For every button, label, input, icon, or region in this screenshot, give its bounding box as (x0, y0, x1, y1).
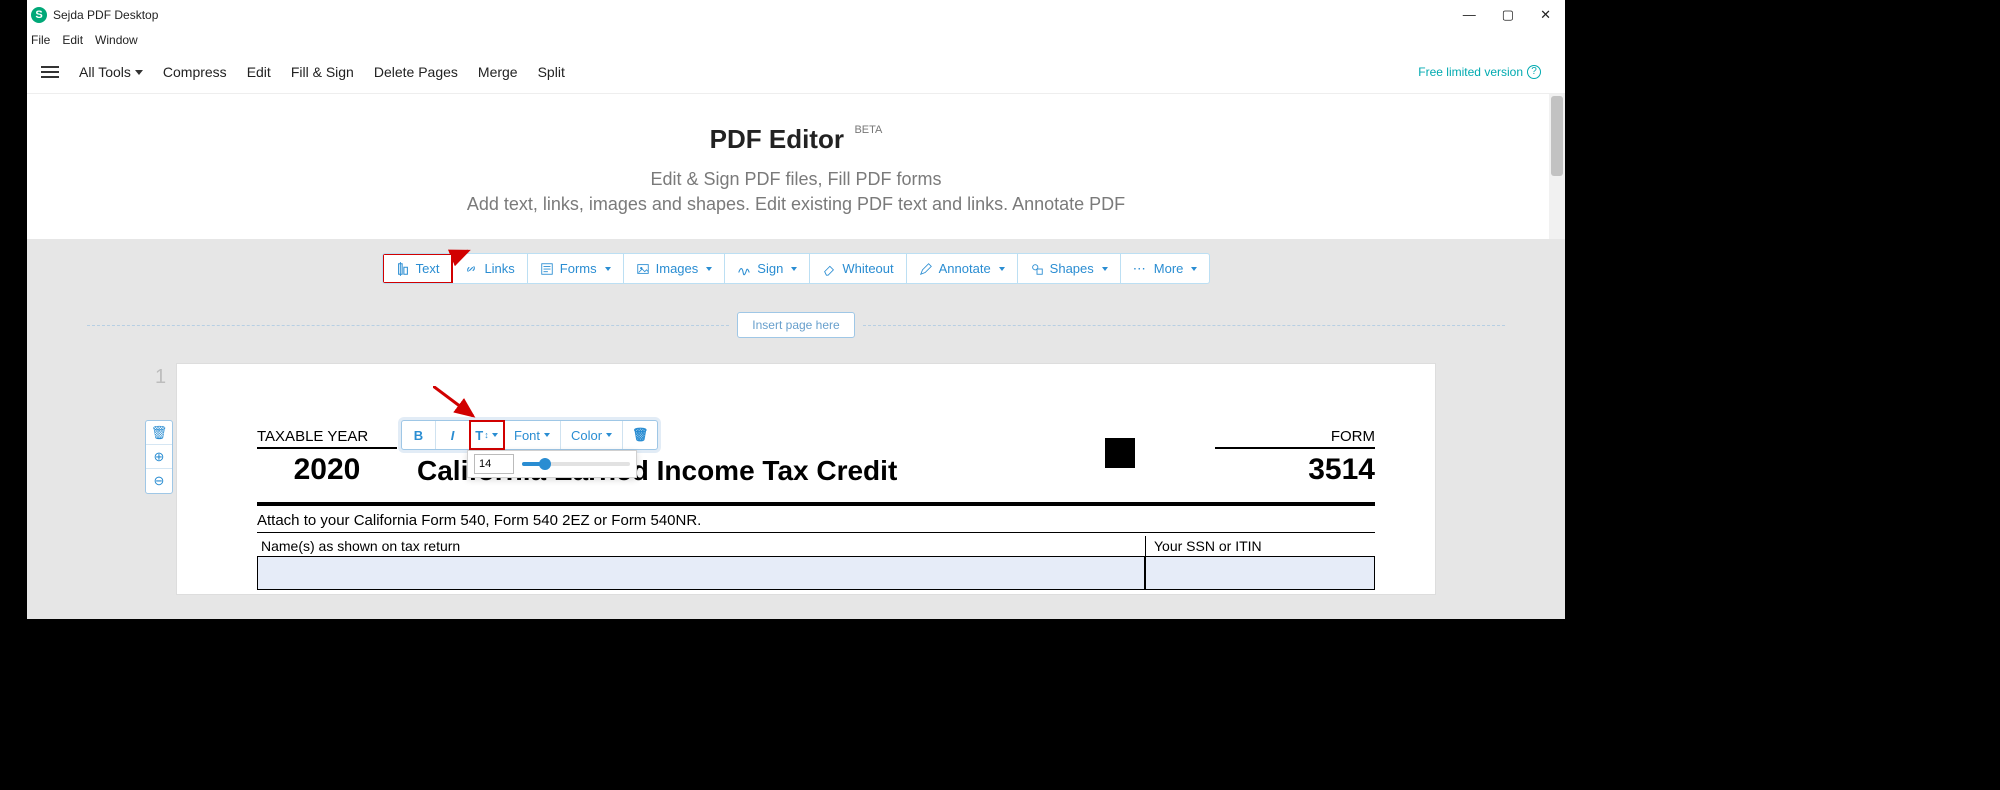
tool-whiteout[interactable]: Whiteout (810, 254, 906, 283)
delete-text-button[interactable]: 🗑 (623, 421, 657, 449)
tool-sign[interactable]: Sign (725, 254, 810, 283)
tool-forms[interactable]: Forms (528, 254, 624, 283)
form-label: FORM (1215, 428, 1375, 449)
app-logo-icon: S (31, 7, 47, 23)
taxable-year-label: TAXABLE YEAR (257, 428, 397, 449)
registration-mark-icon (1105, 438, 1135, 468)
nav-split[interactable]: Split (538, 64, 565, 80)
page-header: PDF Editor BETA Edit & Sign PDF files, F… (27, 94, 1565, 239)
nav-merge[interactable]: Merge (478, 64, 518, 80)
names-field-input[interactable] (257, 556, 1145, 590)
font-color-button[interactable]: Color (561, 421, 623, 449)
sign-icon (737, 262, 751, 276)
insert-page-button[interactable]: Insert page here (737, 312, 854, 338)
ssn-field-label: Your SSN or ITIN (1146, 536, 1375, 556)
zoom-out-button[interactable]: ⊖ (146, 469, 172, 493)
font-size-input[interactable] (474, 454, 514, 474)
app-window: S Sejda PDF Desktop — ▢ ✕ File Edit Wind… (27, 0, 1565, 619)
tool-annotate[interactable]: Annotate (907, 254, 1018, 283)
maximize-button[interactable]: ▢ (1502, 7, 1514, 23)
font-family-button[interactable]: Font (504, 421, 561, 449)
minimize-button[interactable]: — (1463, 7, 1476, 23)
close-button[interactable]: ✕ (1540, 7, 1551, 23)
text-format-toolbar: B I T↕ Font Color 🗑 (401, 420, 658, 450)
hamburger-icon[interactable] (41, 66, 59, 78)
taxable-year-value: 2020 (257, 453, 397, 487)
menu-window[interactable]: Window (95, 33, 138, 47)
image-icon (636, 262, 650, 276)
form-number: 3514 (1215, 453, 1375, 487)
more-icon: ⋯ (1133, 261, 1148, 277)
beta-label: BETA (854, 124, 882, 136)
font-size-slider[interactable] (522, 462, 630, 466)
zoom-in-button[interactable]: ⊕ (146, 445, 172, 469)
font-size-button[interactable]: T↕ (470, 421, 504, 449)
tool-shapes[interactable]: Shapes (1018, 254, 1121, 283)
nav-all-tools[interactable]: All Tools (79, 64, 143, 80)
font-size-popup (467, 450, 637, 478)
annotation-arrow-icon (433, 386, 483, 422)
page-side-tools: 🗑 ⊕ ⊖ (145, 420, 173, 494)
page-description: Add text, links, images and shapes. Edit… (27, 194, 1565, 215)
free-version-link[interactable]: Free limited version ? (1418, 65, 1541, 79)
menubar: File Edit Window (27, 30, 1565, 50)
help-icon: ? (1527, 65, 1541, 79)
nav-compress[interactable]: Compress (163, 64, 227, 80)
pdf-page[interactable]: B I T↕ Font Color 🗑 (177, 364, 1435, 594)
zoom-out-icon: ⊖ (154, 473, 165, 489)
window-title: Sejda PDF Desktop (53, 8, 158, 22)
delete-page-button[interactable]: 🗑 (146, 421, 172, 445)
divider (257, 502, 1375, 506)
nav-fill-sign[interactable]: Fill & Sign (291, 64, 354, 80)
bold-button[interactable]: B (402, 421, 436, 449)
nav-edit[interactable]: Edit (247, 64, 271, 80)
tool-text[interactable]: Text (382, 253, 454, 284)
page-subtitle: Edit & Sign PDF files, Fill PDF forms (27, 169, 1565, 190)
forms-icon (540, 262, 554, 276)
titlebar: S Sejda PDF Desktop — ▢ ✕ (27, 0, 1565, 30)
tool-more[interactable]: ⋯ More (1121, 254, 1210, 283)
shapes-icon (1030, 262, 1044, 276)
menu-file[interactable]: File (31, 33, 50, 47)
names-field-label: Name(s) as shown on tax return (257, 536, 1145, 556)
trash-icon: 🗑 (151, 425, 168, 441)
italic-button[interactable]: I (436, 421, 470, 449)
page-number-label: 1 (155, 366, 166, 389)
pencil-icon (919, 262, 933, 276)
zoom-in-icon: ⊕ (154, 449, 165, 465)
page-title: PDF Editor (710, 124, 844, 155)
app-toolbar: All Tools Compress Edit Fill & Sign Dele… (27, 50, 1565, 94)
eraser-icon (822, 262, 836, 276)
editor-ribbon: Text Links Forms Images (27, 253, 1565, 284)
trash-icon: 🗑 (632, 427, 649, 443)
attach-instruction: Attach to your California Form 540, Form… (257, 512, 1375, 533)
insert-page-divider: Insert page here (27, 312, 1565, 338)
tool-images[interactable]: Images (624, 254, 726, 283)
ssn-field-input[interactable] (1146, 556, 1375, 590)
menu-edit[interactable]: Edit (62, 33, 83, 47)
nav-delete-pages[interactable]: Delete Pages (374, 64, 458, 80)
text-cursor-icon (396, 262, 410, 276)
